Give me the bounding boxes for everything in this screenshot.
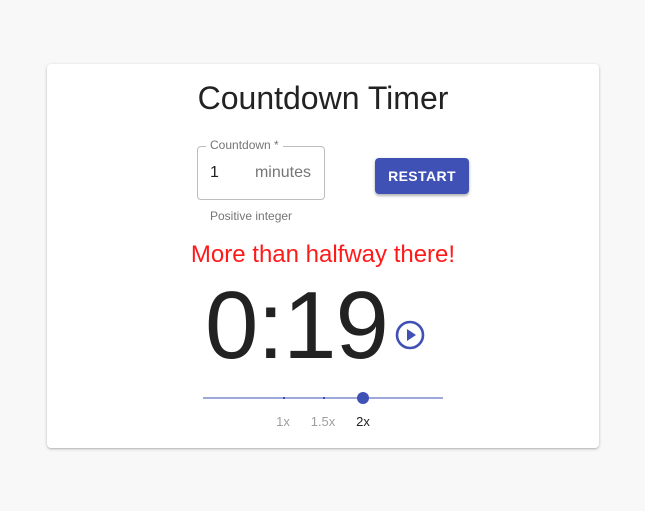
- countdown-unit: minutes: [254, 164, 311, 181]
- restart-button[interactable]: RESTART: [375, 158, 469, 194]
- speed-slider[interactable]: [203, 390, 443, 406]
- countdown-helper-text: Positive integer: [210, 209, 293, 223]
- speed-label-1x[interactable]: 1x: [276, 414, 290, 429]
- slider-tick: [323, 397, 325, 399]
- countdown-field[interactable]: Countdown * 1 minutes: [197, 138, 325, 200]
- page-title: Countdown Timer: [197, 80, 449, 116]
- play-button[interactable]: [395, 320, 425, 350]
- timer-card: Countdown Timer Countdown * 1 minutes Po…: [47, 64, 599, 448]
- slider-tick: [283, 397, 285, 399]
- play-circle-icon: [395, 320, 425, 350]
- countdown-input[interactable]: 1: [210, 164, 219, 182]
- time-display: 0:19: [205, 272, 389, 379]
- slider-thumb[interactable]: [357, 392, 369, 404]
- status-message: More than halfway there!: [190, 241, 456, 268]
- countdown-field-label: Countdown *: [206, 138, 283, 152]
- speed-label-2x[interactable]: 2x: [356, 414, 370, 429]
- speed-label-1-5x[interactable]: 1.5x: [311, 414, 336, 429]
